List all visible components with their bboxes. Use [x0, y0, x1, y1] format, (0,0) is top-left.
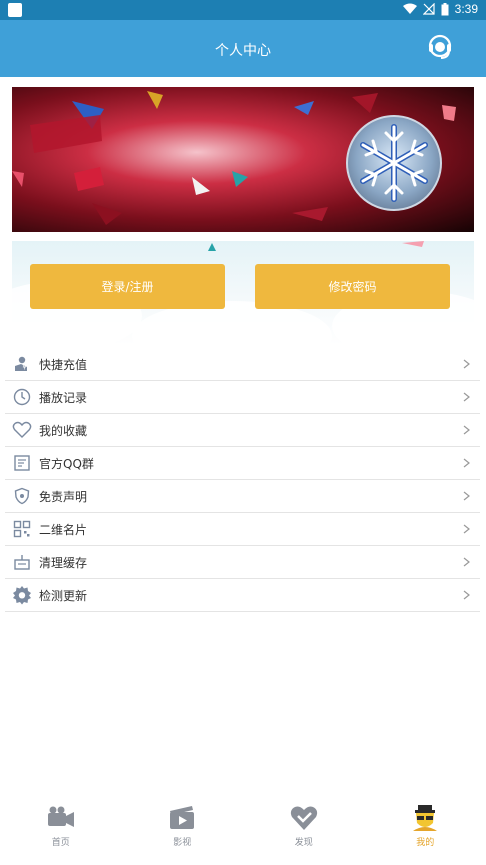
snowflake-avatar[interactable] [346, 115, 442, 211]
menu-item-label: 我的收藏 [39, 423, 88, 438]
heart-icon [12, 420, 32, 440]
menu-item-label: 官方QQ群 [39, 456, 94, 471]
menu-item-qr-card[interactable]: 二维名片 [5, 513, 480, 546]
confetti-decoration [147, 91, 163, 109]
status-icons: 3:39 [402, 2, 478, 16]
wifi-icon [402, 3, 417, 14]
menu-item-recharge[interactable]: ¥ 快捷充值 [5, 348, 480, 381]
status-time: 3:39 [454, 2, 478, 16]
status-bar: 3:39 [0, 0, 486, 20]
qr-code-icon [12, 519, 32, 539]
confetti-decoration [92, 203, 122, 225]
menu-item-favorites[interactable]: 我的收藏 [5, 414, 480, 447]
menu-item-label: 清理缓存 [39, 555, 88, 570]
login-register-button[interactable]: 登录/注册 [30, 264, 225, 309]
chevron-right-icon [463, 590, 470, 600]
confetti-decoration [442, 105, 456, 121]
top-header: 个人中心 [0, 20, 486, 77]
tab-label: 我的 [416, 838, 435, 848]
chevron-right-icon [463, 491, 470, 501]
recharge-icon: ¥ [12, 354, 32, 374]
tab-videos[interactable]: 影视 [122, 793, 244, 865]
heart-discover-icon [290, 806, 317, 830]
menu-item-disclaimer[interactable]: 免责声明 [5, 480, 480, 513]
camera-home-icon [47, 806, 74, 827]
tab-home[interactable]: 首页 [0, 793, 122, 865]
settings-menu: ¥ 快捷充值 播放记录 我的收藏 官方QQ群 免责声明 二维名片 清理缓存 检测… [5, 348, 480, 612]
tab-label: 首页 [51, 838, 70, 848]
confetti-decoration [292, 207, 328, 221]
menu-item-label: 播放记录 [39, 390, 88, 405]
group-document-icon [12, 453, 32, 473]
confetti-decoration [352, 93, 378, 113]
chevron-right-icon [463, 524, 470, 534]
confetti-decoration [12, 171, 24, 187]
tab-discover[interactable]: 发现 [243, 793, 365, 865]
chevron-right-icon [463, 359, 470, 369]
headset-support-icon[interactable] [426, 33, 454, 61]
confetti-decoration [30, 115, 102, 153]
bottom-tab-bar: 首页 影视 发现 我的 [0, 793, 486, 865]
menu-item-label: 免责声明 [39, 489, 88, 504]
film-clapper-icon [170, 806, 195, 829]
menu-item-label: 检测更新 [39, 588, 88, 603]
gear-update-icon [12, 585, 32, 605]
menu-item-label: 快捷充值 [39, 357, 88, 372]
confetti-decoration [232, 171, 248, 187]
confetti-decoration [208, 243, 216, 251]
chevron-right-icon [463, 557, 470, 567]
no-signal-icon [422, 3, 435, 15]
shield-disclaimer-icon [12, 486, 32, 506]
notification-app-icon [8, 3, 22, 17]
profile-banner [12, 87, 474, 232]
login-panel: 登录/注册 修改密码 [12, 241, 474, 345]
confetti-decoration [192, 177, 210, 195]
tab-mine[interactable]: 我的 [365, 793, 486, 865]
menu-item-qq-group[interactable]: 官方QQ群 [5, 447, 480, 480]
chevron-right-icon [463, 425, 470, 435]
menu-item-label: 二维名片 [39, 522, 88, 537]
snowflake-icon [360, 124, 428, 202]
confetti-decoration [74, 167, 104, 191]
svg-text:¥: ¥ [23, 365, 27, 372]
confetti-decoration [294, 101, 314, 115]
clock-history-icon [12, 387, 32, 407]
page-title: 个人中心 [215, 43, 271, 59]
tab-label: 发现 [294, 838, 313, 848]
menu-item-clear-cache[interactable]: 清理缓存 [5, 546, 480, 579]
confetti-decoration [402, 241, 424, 247]
chevron-right-icon [463, 392, 470, 402]
tab-label: 影视 [173, 838, 192, 848]
chevron-right-icon [463, 458, 470, 468]
user-mine-icon [413, 805, 438, 831]
menu-item-check-update[interactable]: 检测更新 [5, 579, 480, 612]
battery-icon [441, 2, 449, 15]
menu-item-play-history[interactable]: 播放记录 [5, 381, 480, 414]
change-password-button[interactable]: 修改密码 [255, 264, 450, 309]
clean-cache-icon [12, 552, 32, 572]
